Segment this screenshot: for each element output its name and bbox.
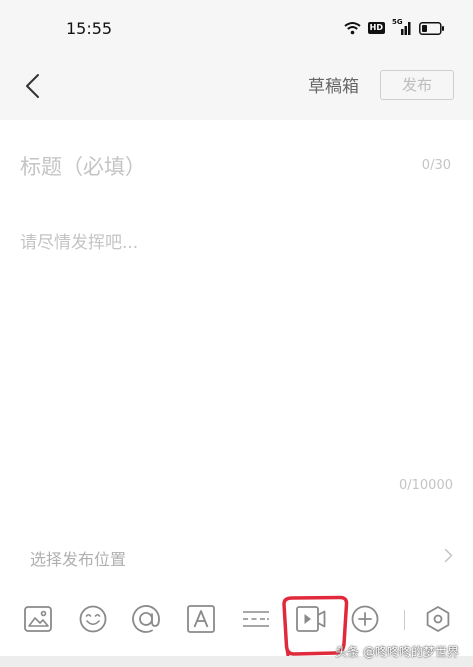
status-time: 15:55 (66, 19, 113, 38)
text-format-icon (187, 605, 215, 633)
emoji-icon (79, 605, 107, 633)
more-insert-button[interactable] (348, 602, 382, 636)
toolbar-divider (404, 610, 405, 630)
cellular-signal-icon: 5G (392, 18, 412, 36)
location-label: 选择发布位置 (30, 550, 127, 569)
mention-button[interactable] (129, 602, 163, 636)
back-button[interactable] (14, 68, 50, 104)
drafts-link[interactable]: 草稿箱 (308, 72, 359, 97)
chevron-right-icon (444, 548, 453, 563)
insert-emoji-button[interactable] (76, 602, 110, 636)
insert-video-button[interactable] (294, 602, 328, 636)
body-textarea[interactable] (20, 228, 450, 468)
video-icon (296, 606, 326, 632)
title-input[interactable] (20, 150, 380, 184)
status-icons: HD 5G (344, 18, 445, 36)
wifi-icon (344, 22, 361, 35)
insert-divider-button[interactable] (239, 602, 273, 636)
insert-image-button[interactable] (21, 602, 55, 636)
status-bar: 15:55 HD 5G (0, 0, 473, 58)
watermark-text: 头条 @咚咚咚的梦世界 (335, 645, 459, 659)
body-char-counter: 0/10000 (398, 478, 453, 493)
settings-button[interactable] (421, 602, 455, 636)
editor-header: 草稿箱 发布 (0, 58, 473, 120)
title-char-counter: 0/30 (421, 158, 451, 173)
settings-icon (426, 606, 450, 632)
hd-badge: HD (367, 22, 385, 34)
battery-icon (419, 21, 444, 35)
image-icon (24, 606, 52, 632)
text-format-button[interactable] (184, 602, 218, 636)
mention-icon (132, 605, 160, 633)
chevron-left-icon (26, 74, 39, 98)
divider-line-icon (243, 611, 269, 627)
add-icon (351, 605, 379, 633)
publish-button[interactable]: 发布 (380, 70, 454, 100)
location-selector[interactable]: 选择发布位置 (0, 535, 473, 577)
